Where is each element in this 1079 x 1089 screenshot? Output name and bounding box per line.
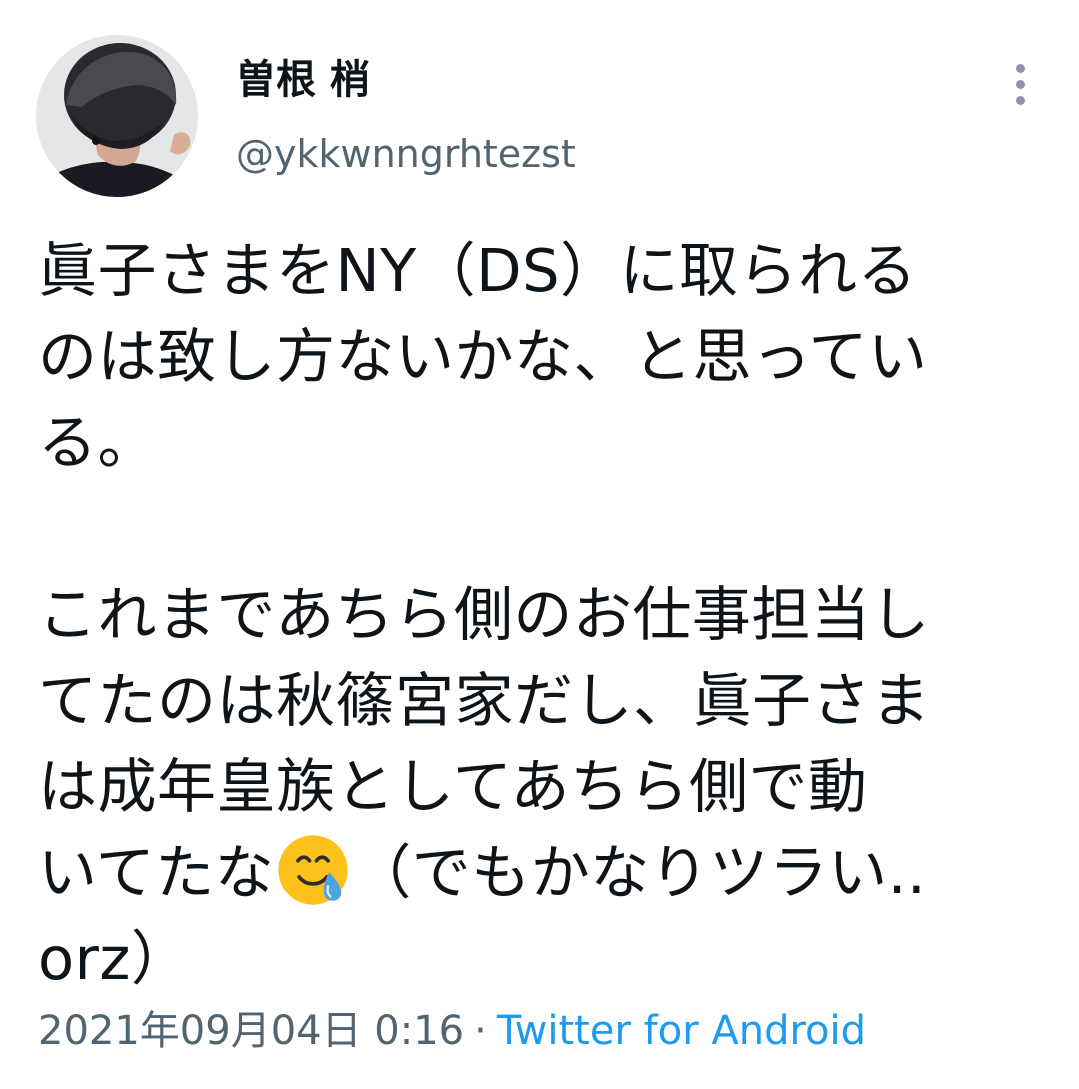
author-name[interactable]: 曽根 梢	[236, 52, 370, 108]
more-options-button[interactable]	[998, 56, 1042, 112]
tweet-source-link[interactable]: Twitter for Android	[497, 1008, 866, 1054]
more-vertical-icon	[1015, 63, 1025, 73]
tweet-line-segment: （でもかなりツラい..	[352, 838, 927, 907]
smiling-face-with-tear-emoji	[278, 835, 348, 905]
more-vertical-icon-dot	[1015, 95, 1025, 105]
tweet-line: 眞子さまをNY（DS）に取られる	[38, 236, 918, 305]
tweet-line: のは致し方ないかな、と思ってい	[38, 322, 928, 391]
meta-separator: ·	[474, 1008, 487, 1054]
tweet-line: る。	[38, 408, 158, 477]
tweet-line: は成年皇族としてあちら側で動	[38, 752, 868, 821]
avatar-photo-icon	[36, 35, 198, 197]
tweet-text: 眞子さまをNY（DS）に取られる のは致し方ないかな、と思ってい る。 これまで…	[38, 228, 1048, 1002]
avatar[interactable]	[36, 35, 198, 197]
tweet-line: orz）	[38, 924, 191, 993]
tweet-metadata: 2021年09月04日 0:16 · Twitter for Android	[38, 1003, 866, 1059]
tweet-line: てたのは秋篠宮家だし、眞子さま	[38, 666, 931, 735]
tweet-timestamp[interactable]: 2021年09月04日 0:16	[38, 1008, 464, 1054]
author-handle[interactable]: @ykkwnngrhtezst	[236, 128, 576, 180]
tweet-line-segment: いてたな	[38, 838, 275, 907]
tweet-card: 曽根 梢 @ykkwnngrhtezst 眞子さまをNY（DS）に取られる のは…	[0, 0, 1079, 1089]
more-vertical-icon-dot	[1015, 79, 1025, 89]
tweet-line-with-emoji: いてたな （でもかなりツラい..	[38, 830, 1048, 916]
tweet-line: これまであちら側のお仕事担当し	[38, 580, 930, 649]
